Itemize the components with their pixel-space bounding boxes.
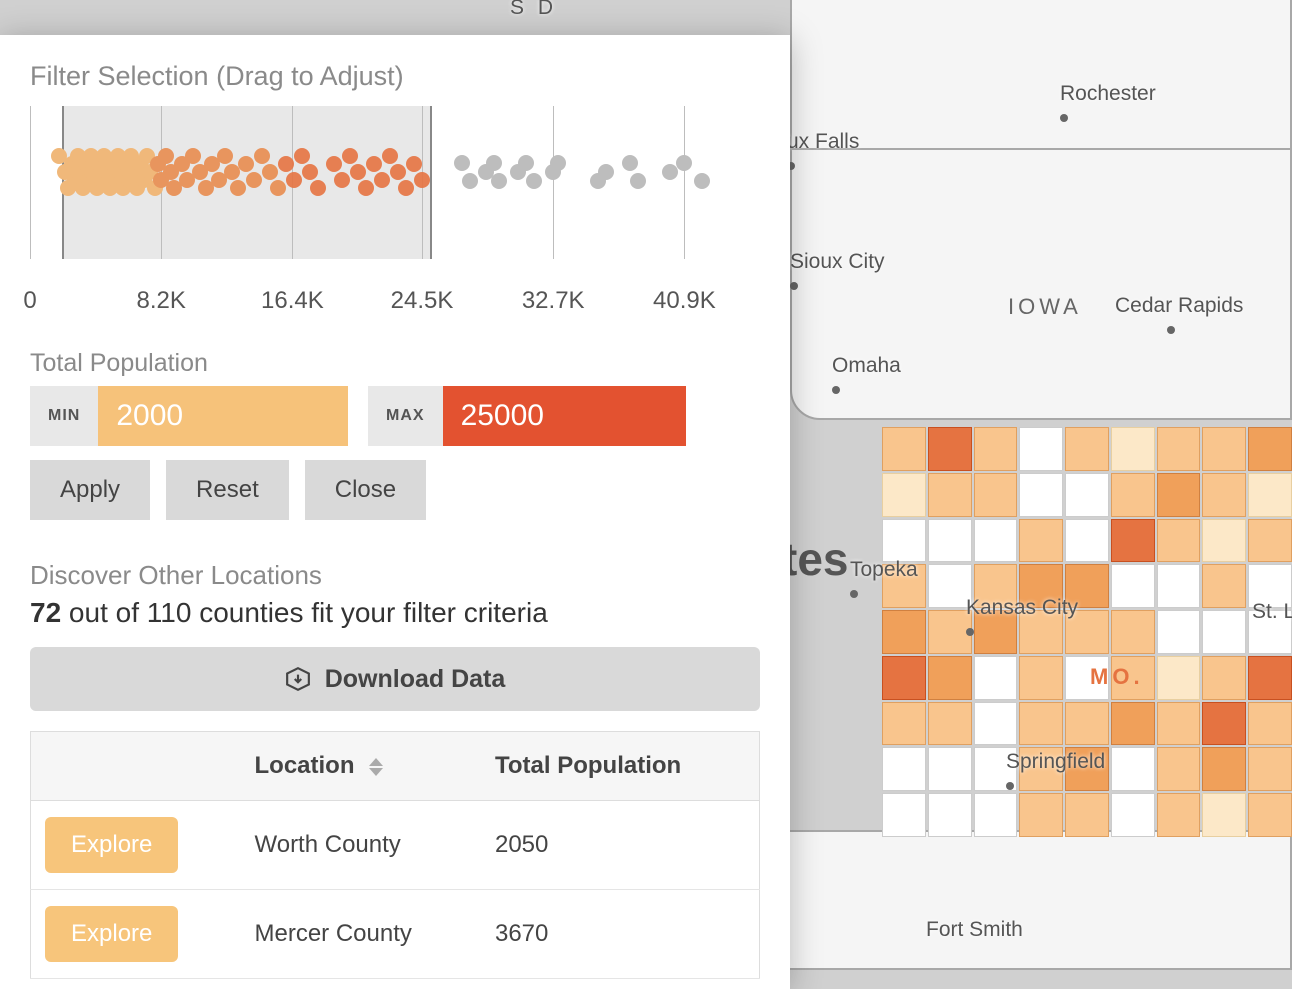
city-label: Omaha [832,354,901,402]
city-label: St. L [1252,600,1292,624]
max-input-group: MAX 25000 [368,386,686,446]
reset-button[interactable]: Reset [166,460,289,520]
filter-panel: Filter Selection (Drag to Adjust) 0 8.2K 1… [0,35,790,989]
axis-tick: 8.2K [137,287,186,315]
explore-button[interactable]: Explore [45,817,178,873]
city-label: Cedar Rapids [1115,294,1243,342]
axis-tick: 24.5K [391,287,454,315]
max-label: MAX [368,386,443,446]
city-label: Springfield [1006,750,1105,798]
total-population-label: Total Population [30,349,760,378]
download-data-button[interactable]: Download Data [30,647,760,711]
city-label: Topeka [850,558,918,606]
axis-tick: 16.4K [261,287,324,315]
discover-summary: 72 out of 110 counties fit your filter c… [30,597,760,629]
city-label: ux Falls [787,130,859,178]
close-button[interactable]: Close [305,460,426,520]
country-label-fragment: tes [782,532,848,586]
min-label: MIN [30,386,98,446]
filter-title: Filter Selection (Drag to Adjust) [30,61,760,92]
min-input-group: MIN 2000 [30,386,348,446]
download-icon [285,666,311,692]
city-label: S D [510,0,557,20]
state-label: IOWA [1008,294,1082,320]
state-label: MO. [1090,664,1144,690]
sort-icon[interactable] [369,758,383,776]
axis-tick: 40.9K [653,287,716,315]
state-region [790,0,1292,150]
cell-population: 3670 [481,890,760,979]
table-row: Explore Worth County2050 [31,801,760,890]
city-label: Sioux City [790,250,885,298]
cell-location: Worth County [241,801,481,890]
max-input[interactable]: 25000 [443,386,686,446]
cell-population: 2050 [481,801,760,890]
filter-handle-max[interactable] [430,106,432,259]
explore-button[interactable]: Explore [45,906,178,962]
col-population[interactable]: Total Population [481,732,760,801]
min-input[interactable]: 2000 [98,386,348,446]
city-label: Fort Smith [926,918,1023,942]
apply-button[interactable]: Apply [30,460,150,520]
results-table: Location Total Population Explore Worth C… [30,731,760,979]
cell-location: Mercer County [241,890,481,979]
col-location[interactable]: Location [241,732,481,801]
discover-title: Discover Other Locations [30,560,760,591]
table-row: Explore Mercer County3670 [31,890,760,979]
axis-tick: 0 [23,287,36,315]
axis-tick: 32.7K [522,287,585,315]
city-label: Rochester [1060,82,1156,130]
city-label: Kansas City [966,596,1078,644]
filter-dot-chart[interactable] [30,106,760,281]
